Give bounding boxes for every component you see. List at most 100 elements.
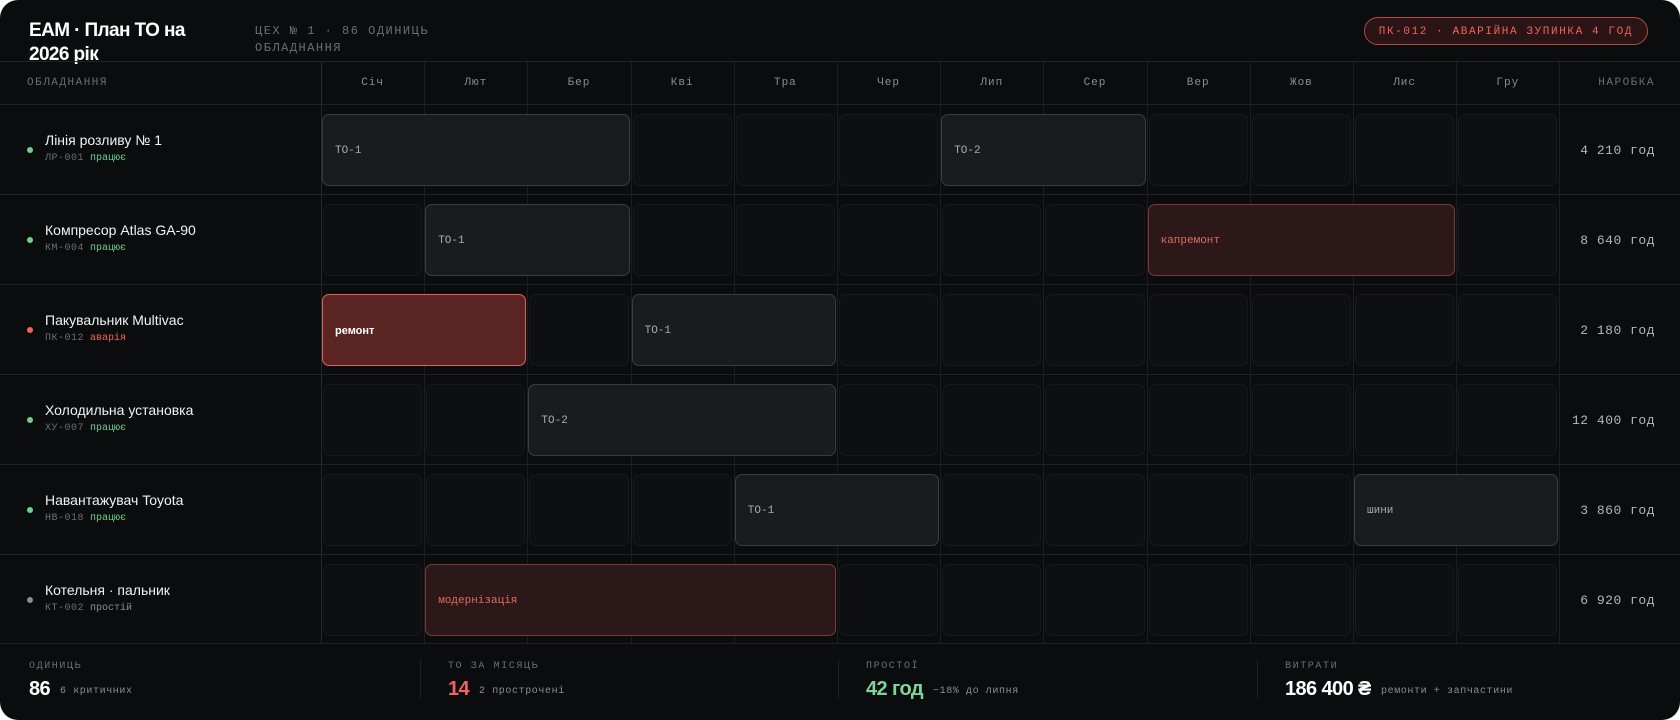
schedule-cell[interactable] xyxy=(839,294,939,366)
schedule-cell[interactable] xyxy=(1045,384,1145,456)
schedule-cell[interactable] xyxy=(1148,384,1248,456)
status-dot xyxy=(27,597,33,603)
schedule-cell[interactable] xyxy=(1148,114,1248,186)
schedule-cell[interactable] xyxy=(1458,294,1558,366)
month-header: Січ xyxy=(361,77,384,89)
column-divider xyxy=(1559,62,1560,643)
schedule-cell[interactable] xyxy=(1355,564,1455,636)
month-header: Лют xyxy=(464,77,488,89)
schedule-cell[interactable] xyxy=(942,384,1042,456)
schedule-cell[interactable] xyxy=(735,204,835,276)
maintenance-task-bar[interactable]: ТО-1 xyxy=(425,204,630,276)
status-dot xyxy=(27,507,33,513)
schedule-cell[interactable] xyxy=(1045,204,1145,276)
schedule-cell[interactable] xyxy=(529,474,629,546)
row-divider xyxy=(0,284,1680,285)
maintenance-task-bar[interactable]: шини xyxy=(1354,474,1559,546)
schedule-cell[interactable] xyxy=(1458,204,1558,276)
schedule-cell[interactable] xyxy=(1148,294,1248,366)
month-header: Лип xyxy=(980,77,1004,89)
schedule-cell[interactable] xyxy=(1251,384,1351,456)
stat-label: ТО ЗА МІСЯЦЬ xyxy=(448,661,540,672)
schedule-cell[interactable] xyxy=(942,204,1042,276)
maintenance-task-bar[interactable]: ремонт xyxy=(322,294,527,366)
maintenance-task-bar[interactable]: ТО-1 xyxy=(631,294,836,366)
stat-value: 42 год xyxy=(866,678,924,700)
maintenance-task-bar[interactable]: ТО-1 xyxy=(734,474,940,546)
maintenance-task-bar[interactable]: ТО-2 xyxy=(528,384,836,456)
schedule-cell[interactable] xyxy=(839,204,939,276)
schedule-cell[interactable] xyxy=(839,384,939,456)
column-divider xyxy=(1456,62,1457,643)
maintenance-task-bar[interactable]: ТО-2 xyxy=(941,114,1146,186)
equipment-meta: ПК-012 аварія xyxy=(45,333,126,344)
month-header: Кві xyxy=(670,77,694,89)
schedule-cell[interactable] xyxy=(1458,114,1558,186)
stat-label: ОДИНИЦЬ xyxy=(29,661,83,672)
equipment-meta: КТ-002 простій xyxy=(45,603,132,614)
equipment-code: ХУ-007 xyxy=(45,423,85,434)
page-title: EAM · План ТО на 2026 рік xyxy=(29,20,185,65)
schedule-cell[interactable] xyxy=(942,474,1042,546)
schedule-cell[interactable] xyxy=(1458,384,1558,456)
stat-note: 6 критичних xyxy=(60,686,133,697)
page-subtitle: ЦЕХ № 1 · 86 ОДИНИЦЬ ОБЛАДНАННЯ xyxy=(255,24,430,55)
stat-divider xyxy=(838,660,839,698)
schedule-cell[interactable] xyxy=(323,564,423,636)
schedule-cell[interactable] xyxy=(942,294,1042,366)
maintenance-task-bar[interactable]: ТО-1 xyxy=(322,114,630,186)
schedule-cell[interactable] xyxy=(1045,474,1145,546)
month-header: Лис xyxy=(1393,77,1416,89)
schedule-cell[interactable] xyxy=(632,474,732,546)
divider xyxy=(0,643,1680,644)
status-label: працює xyxy=(90,153,127,164)
schedule-cell[interactable] xyxy=(1045,564,1145,636)
schedule-cell[interactable] xyxy=(1148,564,1248,636)
operating-hours: 3 860 год xyxy=(1580,503,1655,518)
schedule-cell[interactable] xyxy=(1251,294,1351,366)
status-dot xyxy=(27,237,33,243)
schedule-cell[interactable] xyxy=(426,384,526,456)
schedule-cell[interactable] xyxy=(1251,114,1351,186)
equipment-code: ПК-012 xyxy=(45,333,85,344)
schedule-cell[interactable] xyxy=(839,564,939,636)
alert-badge[interactable]: ПК-012 · АВАРІЙНА ЗУПИНКА 4 ГОД xyxy=(1363,17,1648,45)
equipment-name: Котельня · пальник xyxy=(45,582,170,598)
divider xyxy=(0,104,1680,105)
schedule-cell[interactable] xyxy=(323,474,423,546)
schedule-cell[interactable] xyxy=(1045,294,1145,366)
status-dot xyxy=(27,327,33,333)
schedule-cell[interactable] xyxy=(1355,384,1455,456)
status-dot xyxy=(27,147,33,153)
schedule-cell[interactable] xyxy=(1355,294,1455,366)
status-dot xyxy=(27,417,33,423)
schedule-cell[interactable] xyxy=(323,204,423,276)
column-divider xyxy=(1147,62,1148,643)
schedule-cell[interactable] xyxy=(632,114,732,186)
schedule-cell[interactable] xyxy=(839,114,939,186)
schedule-cell[interactable] xyxy=(735,114,835,186)
row-divider xyxy=(0,464,1680,465)
schedule-cell[interactable] xyxy=(1251,564,1351,636)
schedule-cell[interactable] xyxy=(632,204,732,276)
schedule-cell[interactable] xyxy=(323,384,423,456)
status-label: працює xyxy=(90,423,127,434)
schedule-cell[interactable] xyxy=(1458,564,1558,636)
month-header: Вер xyxy=(1186,77,1210,89)
maintenance-task-bar[interactable]: капремонт xyxy=(1147,204,1456,276)
schedule-cell[interactable] xyxy=(942,564,1042,636)
schedule-cell[interactable] xyxy=(1148,474,1248,546)
schedule-cell[interactable] xyxy=(529,294,629,366)
schedule-cell[interactable] xyxy=(426,474,526,546)
maintenance-task-bar[interactable]: модернізація xyxy=(425,564,836,636)
status-label: працює xyxy=(90,243,127,254)
equipment-name: Лінія розливу № 1 xyxy=(45,132,162,148)
schedule-cell[interactable] xyxy=(1251,474,1351,546)
column-divider xyxy=(1250,62,1251,643)
operating-hours: 4 210 год xyxy=(1580,143,1655,158)
month-header: Бер xyxy=(567,77,591,89)
month-header: Гру xyxy=(1496,77,1520,89)
equipment-column-header: ОБЛАДНАННЯ xyxy=(27,77,109,89)
equipment-name: Компресор Atlas GA-90 xyxy=(45,222,196,238)
schedule-cell[interactable] xyxy=(1355,114,1455,186)
